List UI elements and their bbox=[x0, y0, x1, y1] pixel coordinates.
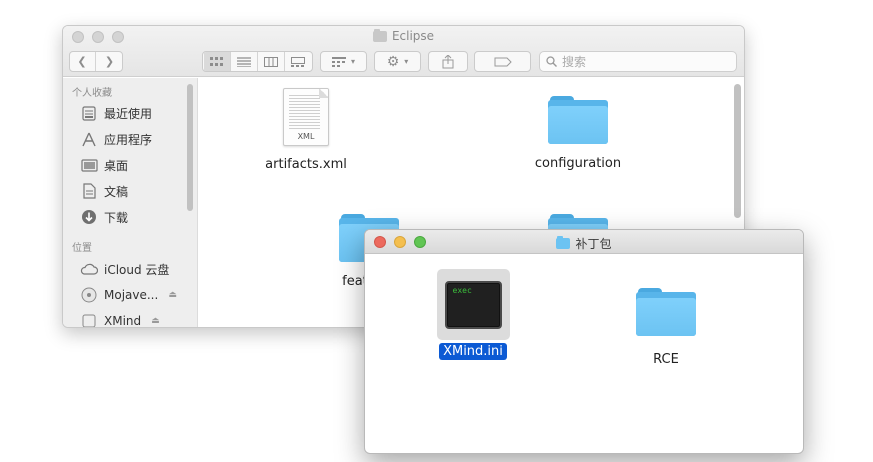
sidebar-item-documents[interactable]: 文稿 bbox=[63, 178, 197, 204]
sidebar-item-mojave[interactable]: Mojave... ⏏ bbox=[63, 282, 197, 308]
sidebar-item-icloud[interactable]: iCloud 云盘 bbox=[63, 256, 197, 282]
sidebar-item-label: 下载 bbox=[104, 210, 129, 225]
folder-icon bbox=[548, 96, 608, 144]
icon-view-button[interactable] bbox=[203, 52, 231, 71]
gear-icon: ⚙ bbox=[386, 53, 400, 70]
exec-label: exec bbox=[452, 285, 472, 295]
file-name-selected: XMind.ini bbox=[439, 343, 507, 360]
action-menu-button[interactable]: ⚙ ▾ bbox=[374, 51, 421, 72]
sidebar-heading-favorites: 个人收藏 bbox=[72, 88, 112, 99]
tag-icon bbox=[494, 57, 512, 66]
search-input[interactable] bbox=[562, 54, 712, 69]
file-type-badge: XML bbox=[297, 132, 315, 141]
group-by-button[interactable]: ▾ bbox=[320, 51, 367, 72]
group-icon bbox=[331, 56, 346, 67]
file-item-artifacts-xml[interactable]: XML artifacts.xml bbox=[246, 88, 366, 172]
navigation-buttons: ❮ ❯ bbox=[69, 51, 123, 72]
back-button[interactable]: ❮ bbox=[69, 52, 96, 71]
eject-icon[interactable]: ⏏ bbox=[151, 316, 160, 326]
file-item-rce[interactable]: RCE bbox=[636, 288, 696, 367]
sidebar-item-label: 桌面 bbox=[104, 158, 129, 173]
sidebar: 个人收藏 最近使用 应用程序 桌面 文稿 下载 位置 iCloud 云盘 Moj… bbox=[63, 78, 198, 328]
sidebar-item-applications[interactable]: 应用程序 bbox=[63, 126, 197, 152]
documents-icon bbox=[80, 183, 98, 199]
sidebar-scrollbar[interactable] bbox=[187, 84, 193, 211]
file-name: artifacts.xml bbox=[265, 157, 347, 172]
sidebar-item-label: 应用程序 bbox=[104, 132, 153, 147]
sidebar-item-label: iCloud 云盘 bbox=[104, 262, 170, 277]
folder-icon bbox=[372, 28, 387, 42]
gallery-view-button[interactable] bbox=[285, 52, 312, 71]
xml-document-icon: XML bbox=[283, 88, 329, 146]
folder-icon bbox=[556, 236, 571, 249]
forward-button[interactable]: ❯ bbox=[96, 52, 123, 71]
disk-icon bbox=[80, 287, 98, 303]
downloads-icon bbox=[80, 209, 98, 225]
window-title: 补丁包 bbox=[365, 235, 803, 252]
share-icon bbox=[442, 54, 454, 68]
window-title-text: Eclipse bbox=[391, 29, 435, 43]
sidebar-item-recents[interactable]: 最近使用 bbox=[63, 100, 197, 126]
list-view-button[interactable] bbox=[231, 52, 258, 71]
gallery-icon bbox=[291, 56, 305, 67]
sidebar-item-label: 文稿 bbox=[104, 184, 129, 199]
file-name: configuration bbox=[534, 156, 622, 171]
file-name: RCE bbox=[653, 352, 679, 367]
search-icon bbox=[546, 56, 557, 67]
window-toolbar: Eclipse ❮ ❯ ▾ ⚙ ▾ 搜索 bbox=[63, 26, 744, 77]
share-button[interactable] bbox=[428, 51, 468, 72]
icon-grid-icon bbox=[209, 56, 223, 66]
view-mode-control bbox=[202, 51, 313, 72]
window-title: Eclipse bbox=[63, 28, 744, 43]
chevron-down-icon: ▾ bbox=[350, 57, 355, 66]
column-view-button[interactable] bbox=[258, 52, 285, 71]
sidebar-heading-locations: 位置 bbox=[72, 243, 92, 254]
window-title-text: 补丁包 bbox=[575, 237, 612, 251]
file-item-configuration[interactable]: configuration bbox=[515, 96, 641, 171]
disk-icon bbox=[80, 313, 98, 327]
sidebar-item-downloads[interactable]: 下载 bbox=[63, 204, 197, 230]
tags-button[interactable] bbox=[474, 51, 531, 72]
eject-icon[interactable]: ⏏ bbox=[168, 290, 177, 300]
recents-icon bbox=[80, 105, 98, 121]
window-titlebar: 补丁包 bbox=[365, 230, 803, 254]
icloud-icon bbox=[80, 261, 98, 277]
terminal-exec-icon: exec bbox=[436, 269, 510, 340]
sidebar-item-label: XMind bbox=[104, 314, 142, 328]
sidebar-item-xmind[interactable]: XMind ⏏ bbox=[63, 308, 197, 328]
sidebar-item-label: Mojave... bbox=[104, 288, 159, 302]
desktop-icon bbox=[80, 157, 98, 173]
chevron-down-icon: ▾ bbox=[404, 57, 409, 66]
sidebar-item-label: 最近使用 bbox=[104, 106, 153, 121]
applications-icon bbox=[80, 131, 98, 147]
finder-window-patch-package[interactable]: 补丁包 exec XMind.ini RCE bbox=[364, 229, 804, 454]
list-icon bbox=[236, 56, 251, 67]
columns-icon bbox=[263, 56, 278, 67]
folder-icon bbox=[636, 288, 696, 336]
file-item-xmind-ini[interactable]: exec XMind.ini bbox=[436, 269, 510, 360]
search-field[interactable] bbox=[539, 51, 737, 72]
content-scrollbar[interactable] bbox=[734, 84, 741, 218]
sidebar-item-desktop[interactable]: 桌面 bbox=[63, 152, 197, 178]
